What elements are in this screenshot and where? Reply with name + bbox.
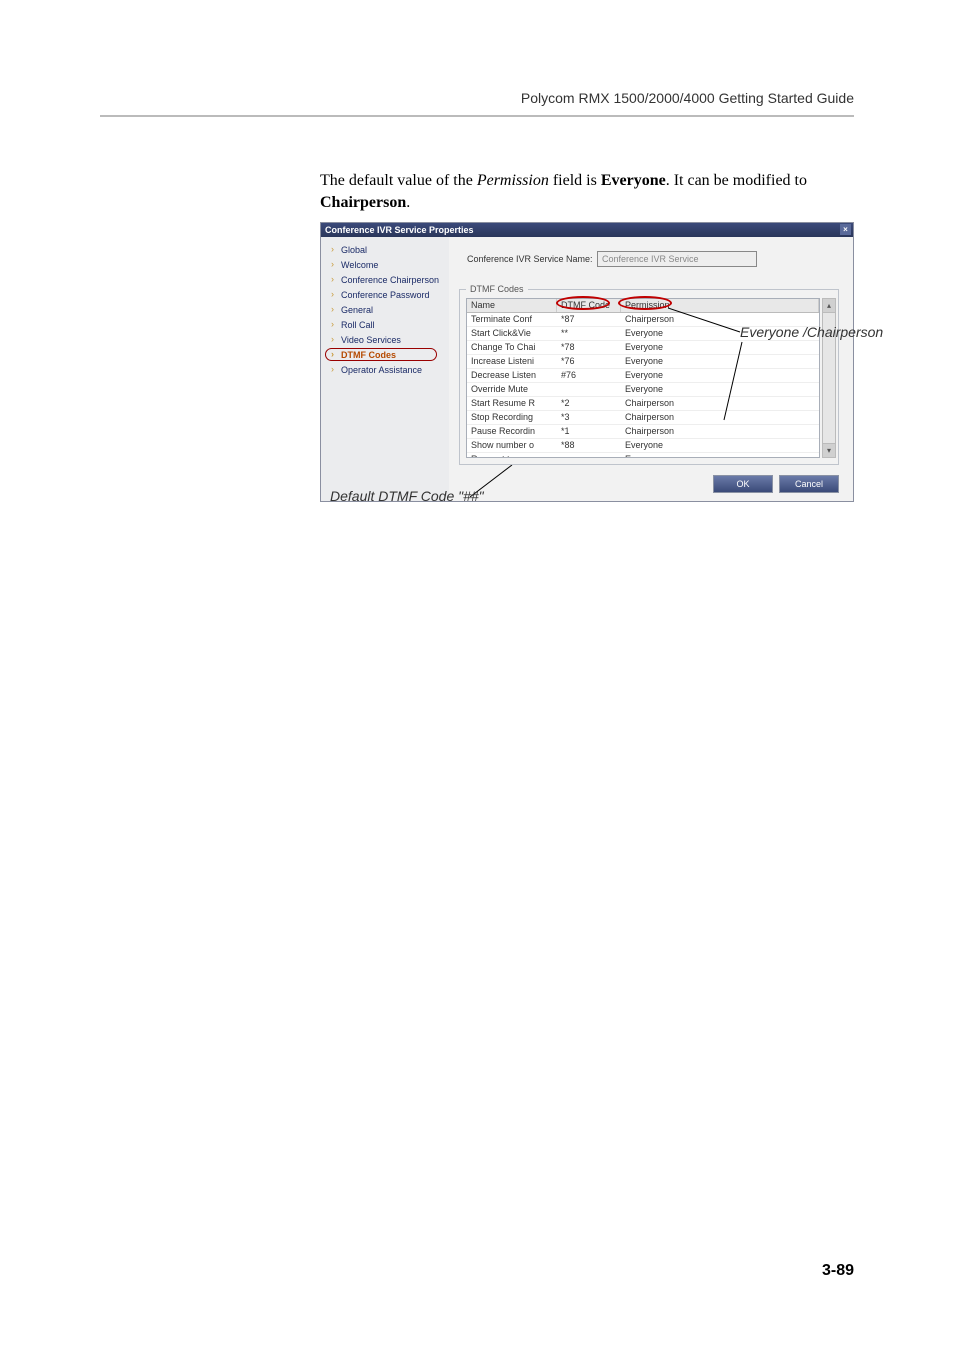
col-dtmf-code[interactable]: DTMF Code [557,299,621,312]
cell-name: Stop Recording [467,411,557,425]
sidebar-item-video-services[interactable]: Video Services [321,333,449,348]
text-everyone: Everyone [601,172,666,189]
cell-code: *1 [557,425,621,439]
cell-name: Override Mute [467,383,557,397]
running-header: Polycom RMX 1500/2000/4000 Getting Start… [521,90,854,106]
table-row[interactable]: Start Resume R*2Chairperson [467,397,819,411]
cell-code: *87 [557,313,621,327]
dialog-title: Conference IVR Service Properties [325,225,474,235]
cell-name: Start Click&Vie [467,327,557,341]
col-name[interactable]: Name [467,299,557,312]
cell-permission: Chairperson [621,425,819,439]
cell-permission: Everyone [621,383,819,397]
table-row[interactable]: Override Mute Everyone [467,383,819,397]
cell-name: Start Resume R [467,397,557,411]
cell-code: *76 [557,355,621,369]
cell-name: Terminate Conf [467,313,557,327]
table-row[interactable]: Stop Recording*3Chairperson [467,411,819,425]
sidebar-item-dtmf-codes[interactable]: DTMF Codes [321,348,449,363]
cell-name: Increase Listeni [467,355,557,369]
cell-permission: Chairperson [621,411,819,425]
cell-name: Request to spea [467,453,557,458]
cell-name: Pause Recordin [467,425,557,439]
cell-permission: Everyone [621,369,819,383]
text: field is [549,172,601,189]
groupbox-dtmf-codes: DTMF Codes Name DTMF Code Permission Ter… [459,289,839,465]
dialog-titlebar: Conference IVR Service Properties × [321,223,853,237]
sidebar-item-roll-call[interactable]: Roll Call [321,318,449,333]
scroll-up-icon[interactable]: ▴ [823,299,835,313]
dialog-main: Conference IVR Service Name: DTMF Codes … [449,237,853,501]
annotation-label-permission-values: Everyone /Chairperson [740,324,883,340]
cell-permission: Everyone [621,453,819,458]
close-icon[interactable]: × [840,224,851,235]
dialog-sidebar: Global Welcome Conference Chairperson Co… [321,237,449,501]
cell-code [557,383,621,397]
cell-name: Change To Chai [467,341,557,355]
sidebar-item-general[interactable]: General [321,303,449,318]
text: . It can be modified to [666,172,807,189]
annotation-label-default-code: Default DTMF Code "##" [330,488,484,504]
table-header: Name DTMF Code Permission [467,299,819,313]
table-row[interactable]: Show number o*88Everyone [467,439,819,453]
cell-name: Decrease Listen [467,369,557,383]
text-permission: Permission [477,172,549,189]
input-service-name[interactable] [597,251,757,267]
ok-button[interactable]: OK [713,475,773,493]
table-row[interactable]: Pause Recordin*1Chairperson [467,425,819,439]
cell-permission: Everyone [621,355,819,369]
scrollbar[interactable]: ▴ ▾ [822,298,836,458]
cell-code: *2 [557,397,621,411]
sidebar-item-global[interactable]: Global [321,243,449,258]
cell-permission: Everyone [621,439,819,453]
table-row[interactable]: Change To Chai*78Everyone [467,341,819,355]
sidebar-item-welcome[interactable]: Welcome [321,258,449,273]
cell-permission: Chairperson [621,397,819,411]
dialog-conference-ivr: Conference IVR Service Properties × Glob… [320,222,854,502]
dtmf-table: Name DTMF Code Permission Terminate Conf… [466,298,820,458]
text-chairperson: Chairperson [320,194,406,211]
text: . [406,194,410,211]
cell-code: *3 [557,411,621,425]
sidebar-item-conf-chairperson[interactable]: Conference Chairperson [321,273,449,288]
body-paragraph: The default value of the Permission fiel… [320,170,854,215]
cell-code [557,453,621,458]
page-number: 3-89 [822,1262,854,1280]
scroll-down-icon[interactable]: ▾ [823,443,835,457]
sidebar-item-operator-assistance[interactable]: Operator Assistance [321,363,449,378]
sidebar-item-conf-password[interactable]: Conference Password [321,288,449,303]
cell-code: #76 [557,369,621,383]
cancel-button[interactable]: Cancel [779,475,839,493]
cell-code: *78 [557,341,621,355]
cell-permission: Everyone [621,341,819,355]
table-row[interactable]: Increase Listeni*76Everyone [467,355,819,369]
table-row[interactable]: Request to spea Everyone [467,453,819,458]
col-permission[interactable]: Permission [621,299,819,312]
cell-code: ** [557,327,621,341]
cell-name: Show number o [467,439,557,453]
group-label: DTMF Codes [466,284,528,294]
text: The default value of the [320,172,477,189]
cell-code: *88 [557,439,621,453]
field-label-service-name: Conference IVR Service Name: [467,254,597,264]
header-rule [100,115,854,117]
table-row[interactable]: Decrease Listen#76Everyone [467,369,819,383]
